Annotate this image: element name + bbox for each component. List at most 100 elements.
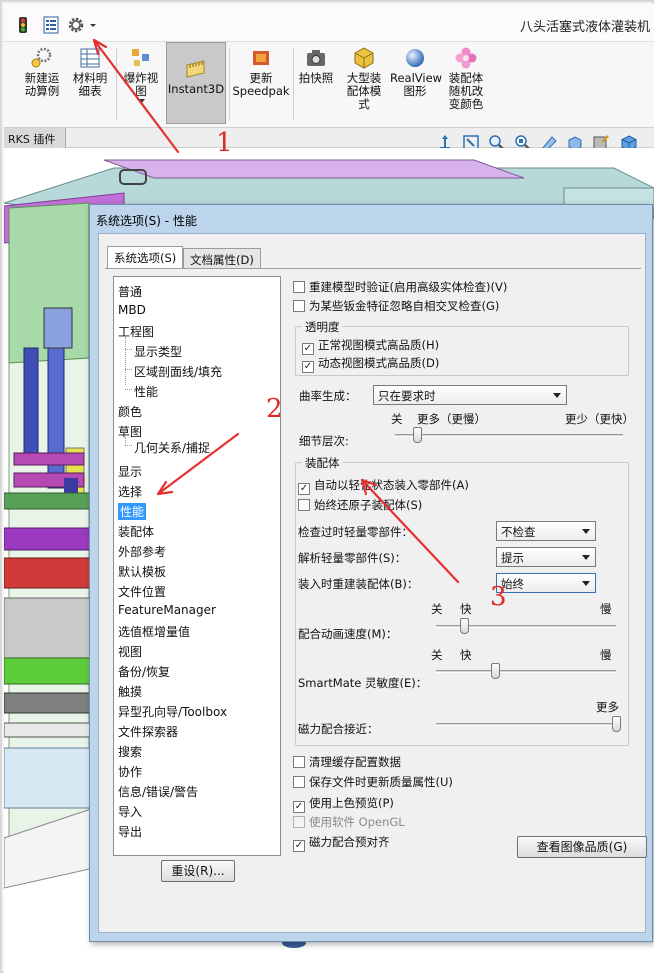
large-assembly-mode-button[interactable]: 大型装 配体模 式 [340, 46, 388, 111]
nav-item-drawings[interactable]: 工程图 [118, 323, 154, 340]
bom-button[interactable]: 材料明 细表 [68, 46, 112, 98]
command-ribbon: 新建运 动算例 材料明 细表 爆炸视 图 Instant3D 更新 Speedp… [4, 42, 654, 128]
dynamic-view-hq-option[interactable]: ✓ 动态视图模式高品质(D) [302, 355, 439, 373]
nav-item-featuremanager[interactable]: FeatureManager [118, 603, 216, 617]
bom-icon [80, 48, 100, 68]
nav-item-import[interactable]: 导入 [118, 803, 142, 820]
tab-system-options[interactable]: 系统选项(S) [107, 246, 184, 268]
nav-item-sketch[interactable]: 草图 [118, 423, 142, 440]
take-snapshot-button[interactable]: 拍快照 [296, 46, 336, 85]
shaded-preview-checkbox[interactable]: ✓ [293, 801, 305, 813]
nav-item-assemblies[interactable]: 装配体 [118, 523, 154, 540]
update-mass-checkbox[interactable] [293, 776, 305, 788]
instant3d-button[interactable]: Instant3D [166, 42, 226, 124]
curvature-select-value: 只在要求时 [378, 389, 436, 403]
camera-icon [307, 50, 325, 66]
always-resolve-option[interactable]: 始终还原子装配体(S) [298, 497, 422, 513]
nav-item-relations-snaps[interactable]: 几何关系/捕捉 [134, 439, 210, 456]
view-image-quality-button[interactable]: 查看图像品质(G) [517, 836, 647, 858]
detail-level-label: 细节层次: [299, 434, 349, 448]
resolve-lightweight-select[interactable]: 提示 [496, 547, 596, 567]
nav-item-search[interactable]: 搜索 [118, 743, 142, 760]
normal-view-hq-option[interactable]: ✓ 正常视图模式高品质(H) [302, 337, 439, 355]
update-speedpak-button[interactable]: 更新 Speedpak [232, 46, 290, 98]
smartmate-thumb[interactable] [490, 663, 500, 679]
tab-document-properties[interactable]: 文档属性(D) [183, 248, 261, 268]
magnetic-prealign-checkbox[interactable]: ✓ [293, 840, 305, 852]
nav-item-collaboration[interactable]: 协作 [118, 763, 142, 780]
ribbon-separator [293, 48, 294, 120]
nav-item-performance[interactable]: 性能 [118, 503, 147, 520]
software-opengl-option: 使用软件 OpenGL [293, 814, 405, 830]
take-snapshot-label: 拍快照 [298, 71, 334, 85]
magnetic-proximity-thumb[interactable] [611, 716, 621, 732]
nav-item-export[interactable]: 导出 [118, 823, 142, 840]
nav-item-mbd[interactable]: MBD [118, 303, 146, 317]
reset-button[interactable]: 重设(R)... [161, 860, 235, 882]
nav-item-hole-wizard-toolbox[interactable]: 异型孔向导/Toolbox [118, 703, 227, 720]
nav-item-drawing-performance[interactable]: 性能 [134, 383, 158, 400]
nav-item-view[interactable]: 视图 [118, 643, 142, 660]
traffic-light-icon[interactable] [14, 16, 32, 34]
normal-view-hq-checkbox[interactable]: ✓ [302, 343, 314, 355]
exploded-view-button[interactable]: 爆炸视 图 [120, 46, 162, 105]
smartmate-track [436, 670, 616, 673]
nav-item-file-locations[interactable]: 文件位置 [118, 583, 166, 600]
nav-item-default-templates[interactable]: 默认模板 [118, 563, 166, 580]
list-icon[interactable] [42, 16, 60, 34]
tab-plugins[interactable]: RKS 插件 [4, 128, 66, 148]
nav-item-backup-recover[interactable]: 备份/恢复 [118, 663, 170, 680]
dialog-title: 系统选项(S) - 性能 [96, 214, 197, 228]
nav-item-spin-box-increments[interactable]: 选值框增量值 [118, 623, 190, 640]
annotation-number-1: 1 [216, 128, 233, 158]
realview-graphics-button[interactable]: RealView 图形 [390, 46, 443, 98]
shaded-preview-option[interactable]: ✓ 使用上色预览(P) [293, 795, 394, 813]
nav-item-general[interactable]: 普通 [118, 283, 142, 300]
transparency-group-title: 透明度 [302, 319, 343, 335]
dynamic-view-hq-checkbox[interactable]: ✓ [302, 361, 314, 373]
purge-cache-option[interactable]: 清理缓存配置数据 [293, 754, 401, 770]
nav-item-display[interactable]: 显示 [118, 463, 142, 480]
realview-graphics-label: RealView 图形 [390, 71, 443, 98]
ignore-sheetmetal-option[interactable]: 为某些钣金特征忽略自相交叉检查(G) [293, 298, 499, 314]
software-opengl-checkbox [293, 816, 305, 828]
random-color-button[interactable]: 装配体 随机改 变颜色 [444, 46, 488, 111]
resolve-lightweight-label: 解析轻量零部件(S)： [298, 551, 407, 565]
detail-slider-thumb[interactable] [413, 427, 423, 443]
nav-item-touch[interactable]: 触摸 [118, 683, 142, 700]
purge-cache-label: 清理缓存配置数据 [309, 755, 401, 769]
purge-cache-checkbox[interactable] [293, 756, 305, 768]
anim-speed-thumb[interactable] [460, 618, 470, 634]
dialog-body: 系统选项(S) 文档属性(D) 普通 MBD 工程图 显示类型 区域剖面线/填充… [98, 233, 647, 933]
random-color-label: 装配体 随机改 变颜色 [448, 71, 484, 111]
nav-item-selection[interactable]: 选择 [118, 483, 142, 500]
check-outdated-select[interactable]: 不检查 [496, 521, 596, 541]
always-resolve-checkbox[interactable] [298, 499, 310, 511]
software-opengl-label: 使用软件 OpenGL [309, 815, 405, 829]
ignore-sheetmetal-checkbox[interactable] [293, 300, 305, 312]
rebuild-verify-option[interactable]: 重建模型时验证(启用高级实体检查)(V) [293, 279, 507, 295]
curvature-select[interactable]: 只在要求时 [373, 385, 567, 405]
smartmate-slow-label: 慢 [600, 648, 612, 662]
assembly-group-title: 装配体 [302, 455, 343, 471]
title-bar: 八头活塞式液体灌装机 [4, 4, 654, 42]
magnetic-proximity-track [436, 723, 616, 726]
nav-item-colors[interactable]: 颜色 [118, 403, 142, 420]
lightweight-load-option[interactable]: ✓ 自动以轻化状态装入零部件(A) [298, 477, 469, 495]
rebuild-on-load-select[interactable]: 始终 [496, 573, 596, 593]
magnetic-prealign-option[interactable]: ✓ 磁力配合预对齐 [293, 834, 390, 852]
update-mass-option[interactable]: 保存文件时更新质量属性(U) [293, 774, 453, 790]
nav-item-hatch-fill[interactable]: 区域剖面线/填充 [134, 363, 222, 380]
ignore-sheetmetal-label: 为某些钣金特征忽略自相交叉检查(G) [309, 299, 500, 313]
gear-icon[interactable] [67, 16, 85, 34]
nav-item-messages-errors-warnings[interactable]: 信息/错误/警告 [118, 783, 198, 800]
rebuild-on-load-label: 装入时重建装配体(B)： [298, 577, 419, 591]
nav-item-external-references[interactable]: 外部参考 [118, 543, 166, 560]
chevron-down-icon[interactable] [88, 16, 98, 34]
rebuild-verify-checkbox[interactable] [293, 281, 305, 293]
new-motion-study-button[interactable]: 新建运 动算例 [20, 46, 64, 98]
lightweight-load-checkbox[interactable]: ✓ [298, 483, 310, 495]
nav-item-file-explorer[interactable]: 文件探索器 [118, 723, 178, 740]
nav-item-display-type[interactable]: 显示类型 [134, 343, 182, 360]
chevron-down-icon[interactable] [137, 99, 145, 105]
